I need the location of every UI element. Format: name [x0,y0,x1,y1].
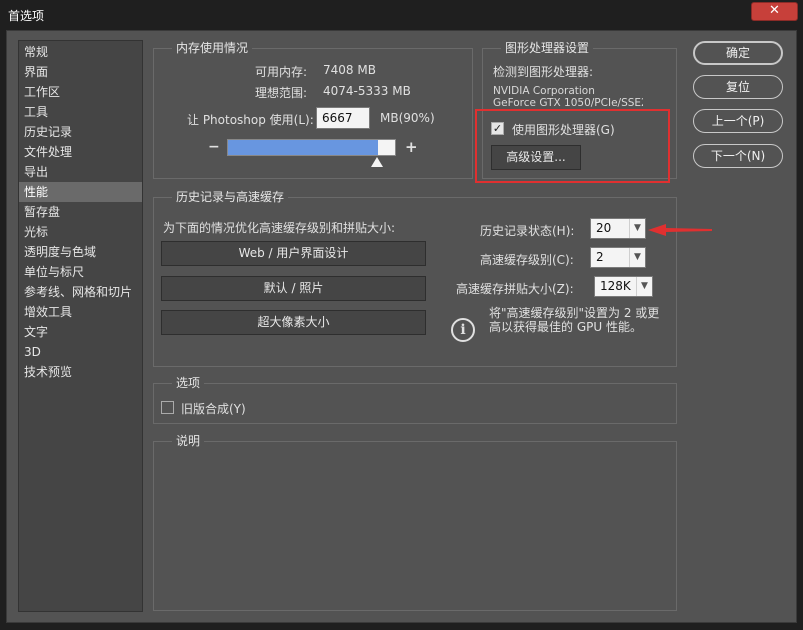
gpu-vendor: NVIDIA Corporation [493,85,595,97]
options-legend: 选项 [172,375,205,391]
gpu-settings-legend: 图形处理器设置 [501,40,594,56]
sidebar-item-guides-grid[interactable]: 参考线、网格和切片 [19,282,142,302]
window-title: 首选项 [8,9,45,23]
sidebar-item-tech-preview[interactable]: 技术预览 [19,362,142,382]
previous-button[interactable]: 上一个(P) [693,109,783,133]
tile-size-select[interactable]: 128K ▼ [594,276,653,297]
history-cache-legend: 历史记录与高速缓存 [172,189,289,205]
tile-size-label: 高速缓存拼贴大小(Z): [456,282,574,296]
gpu-model-clip: GeForce GTX 1050/PCIe/SSE2 [493,97,643,108]
sidebar-item-plugins[interactable]: 增效工具 [19,302,142,322]
legacy-compositing-label[interactable]: 旧版合成(Y) [181,400,246,417]
available-memory-label: 可用内存: [255,65,308,79]
memory-slider-fill [228,140,379,155]
cache-levels-value: 2 [596,250,604,264]
memory-percent-label: MB(90%) [380,111,435,125]
cache-levels-label: 高速缓存级别(C): [480,253,574,267]
sidebar-item-type[interactable]: 文字 [19,322,142,342]
sidebar-item-general[interactable]: 常规 [19,42,142,62]
memory-slider[interactable] [227,139,396,156]
memory-usage-input[interactable]: 6667 [316,107,370,129]
description-legend: 说明 [172,433,205,449]
memory-usage-legend: 内存使用情况 [172,40,253,56]
sidebar-item-interface[interactable]: 界面 [19,62,142,82]
gpu-model: GeForce GTX 1050/PCIe/SSE2 [493,97,643,108]
sidebar-item-transparency[interactable]: 透明度与色域 [19,242,142,262]
minus-icon[interactable]: − [208,139,220,155]
annotation-highlight-box [475,109,670,183]
sidebar-item-3d[interactable]: 3D [19,342,142,362]
tile-size-value: 128K [600,279,631,293]
preset-web-ui-button[interactable]: Web / 用户界面设计 [161,241,426,266]
ideal-range-label: 理想范围: [255,86,308,100]
cache-levels-select[interactable]: 2 ▼ [590,247,646,268]
available-memory-value: 7408 MB [323,63,376,77]
chevron-down-icon: ▼ [629,219,645,238]
category-list[interactable]: 常规 界面 工作区 工具 历史记录 文件处理 导出 性能 暂存盘 光标 透明度与… [18,40,143,612]
title-bar[interactable]: 首选项 ✕ [0,0,803,30]
history-states-label: 历史记录状态(H): [480,224,575,238]
sidebar-item-cursors[interactable]: 光标 [19,222,142,242]
sidebar-item-file-handling[interactable]: 文件处理 [19,142,142,162]
ideal-range-value: 4074-5333 MB [323,84,411,98]
chevron-down-icon: ▼ [629,248,645,267]
description-group: 说明 [153,433,677,611]
ok-button[interactable]: 确定 [693,41,783,65]
close-button[interactable]: ✕ [751,2,798,21]
sidebar-item-export[interactable]: 导出 [19,162,142,182]
preset-default-photo-button[interactable]: 默认 / 照片 [161,276,426,301]
reset-button[interactable]: 复位 [693,75,783,99]
sidebar-item-performance[interactable]: 性能 [19,182,142,202]
legacy-compositing-checkbox[interactable] [161,401,174,414]
window-border-bottom [0,623,803,630]
info-icon: i [451,318,475,342]
info-text-line2: 高以获得最佳的 GPU 性能。 [489,320,642,334]
optimize-label: 为下面的情况优化高速缓存级别和拼贴大小: [163,221,396,235]
sidebar-item-tools[interactable]: 工具 [19,102,142,122]
photoshop-usage-label: 让 Photoshop 使用(L): [187,113,314,127]
history-states-select[interactable]: 20 ▼ [590,218,646,239]
annotation-arrow [648,224,712,236]
preset-huge-pixel-button[interactable]: 超大像素大小 [161,310,426,335]
sidebar-item-scratch-disks[interactable]: 暂存盘 [19,202,142,222]
gpu-detected-label: 检测到图形处理器: [493,65,594,79]
next-button[interactable]: 下一个(N) [693,144,783,168]
window-border-right [797,30,803,630]
sidebar-item-units-rulers[interactable]: 单位与标尺 [19,262,142,282]
sidebar-item-history[interactable]: 历史记录 [19,122,142,142]
chevron-down-icon: ▼ [636,277,652,296]
sidebar-item-workspace[interactable]: 工作区 [19,82,142,102]
plus-icon[interactable]: + [405,138,418,156]
history-states-value: 20 [596,221,612,235]
memory-slider-thumb[interactable] [371,157,383,167]
